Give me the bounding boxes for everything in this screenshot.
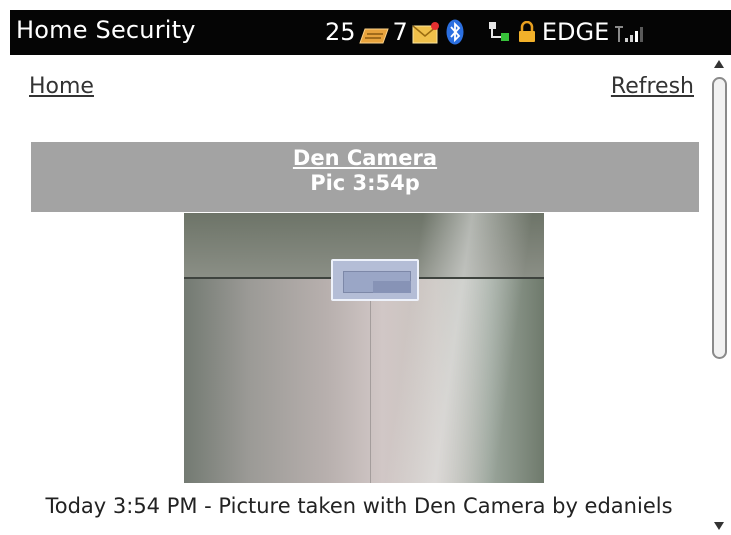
signal-icon <box>613 22 647 42</box>
mail-icon <box>412 22 440 44</box>
status-indicators: 25 7 EDGE <box>325 16 647 48</box>
refresh-link[interactable]: Refresh <box>611 74 694 99</box>
picture-caption: Today 3:54 PM - Picture taken with Den C… <box>45 494 673 518</box>
status-bar: Home Security 25 7 EDGE <box>10 10 731 55</box>
scroll-up-arrow-icon[interactable] <box>714 60 724 68</box>
bluetooth-icon <box>446 19 464 45</box>
photo-bracket-inner <box>373 281 411 293</box>
home-link[interactable]: Home <box>29 74 94 99</box>
photo-bracket <box>331 259 419 301</box>
scrollbar-thumb[interactable] <box>712 77 727 359</box>
network-activity-icon <box>488 21 510 43</box>
camera-snapshot-image[interactable] <box>184 213 544 483</box>
camera-name-link[interactable]: Den Camera <box>31 146 699 170</box>
scroll-down-arrow-icon[interactable] <box>714 522 724 530</box>
lock-icon <box>518 20 536 43</box>
mail-count: 7 <box>392 18 408 46</box>
camera-header: Den Camera Pic 3:54p <box>31 142 699 212</box>
page-content: Home Refresh Den Camera Pic 3:54p Today … <box>10 55 708 535</box>
sms-count: 25 <box>325 18 356 46</box>
photo-vertical-seam <box>370 279 371 483</box>
network-type-label: EDGE <box>541 18 610 46</box>
device-screen: Home Security 25 7 EDGE Home Refresh Den… <box>10 10 731 535</box>
sms-icon <box>358 23 389 44</box>
picture-time-label: Pic 3:54p <box>310 171 420 195</box>
vertical-scrollbar[interactable] <box>708 55 731 535</box>
app-title: Home Security <box>16 16 196 44</box>
